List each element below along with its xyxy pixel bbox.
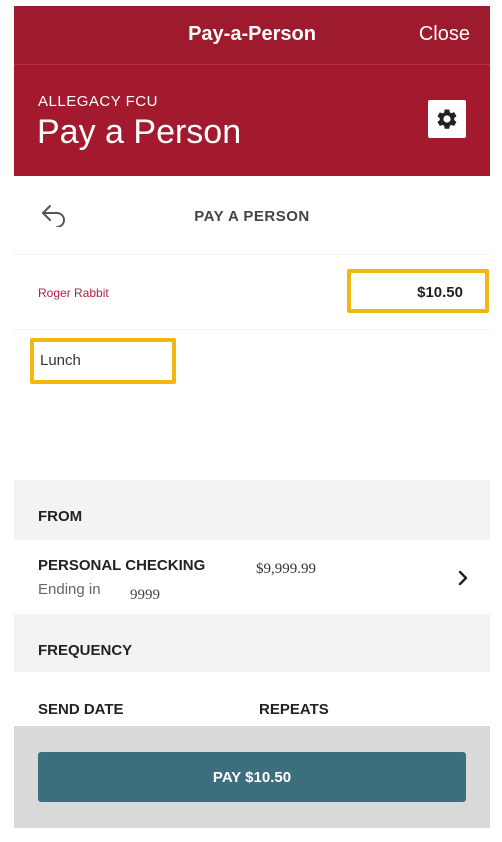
account-last-digits: 9999 [130, 587, 160, 603]
top-bar: Pay-a-Person Close [14, 6, 490, 64]
account-ending-label: Ending in [38, 581, 101, 598]
org-name: ALLEGACY FCU [38, 93, 158, 110]
frequency-label: FREQUENCY [38, 642, 133, 659]
frequency-section-header: FREQUENCY [14, 614, 490, 672]
memo-text: Lunch [40, 352, 81, 369]
from-label: FROM [38, 508, 83, 525]
repeats-label[interactable]: REPEATS [259, 701, 329, 718]
from-section-header: FROM [14, 480, 490, 540]
memo-highlight[interactable]: Lunch [30, 338, 176, 384]
account-row[interactable]: PERSONAL CHECKING Ending in 9999 $9,999.… [14, 540, 490, 614]
footer-bar: PAY $10.50 [14, 726, 490, 828]
send-date-label[interactable]: SEND DATE [38, 701, 124, 718]
account-balance: $9,999.99 [256, 561, 316, 577]
settings-button[interactable] [428, 100, 466, 138]
dates-row: SEND DATE REPEATS [14, 672, 490, 726]
app-frame: Pay-a-Person Close ALLEGACY FCU Pay a Pe… [14, 6, 490, 828]
close-button[interactable]: Close [419, 23, 470, 46]
account-name: PERSONAL CHECKING [38, 557, 206, 574]
payee-name[interactable]: Roger Rabbit [38, 286, 109, 300]
payee-row: Roger Rabbit $10.50 [14, 255, 490, 330]
pay-button[interactable]: PAY $10.50 [38, 752, 466, 802]
page-title: Pay a Person [37, 113, 242, 151]
nav-row: PAY A PERSON [14, 176, 490, 255]
gear-icon [437, 109, 457, 129]
page-header: ALLEGACY FCU Pay a Person [14, 64, 490, 177]
amount-highlight[interactable]: $10.50 [347, 269, 489, 313]
section-title: PAY A PERSON [194, 208, 310, 225]
amount-value: $10.50 [417, 284, 463, 301]
chevron-right-icon [458, 570, 468, 586]
